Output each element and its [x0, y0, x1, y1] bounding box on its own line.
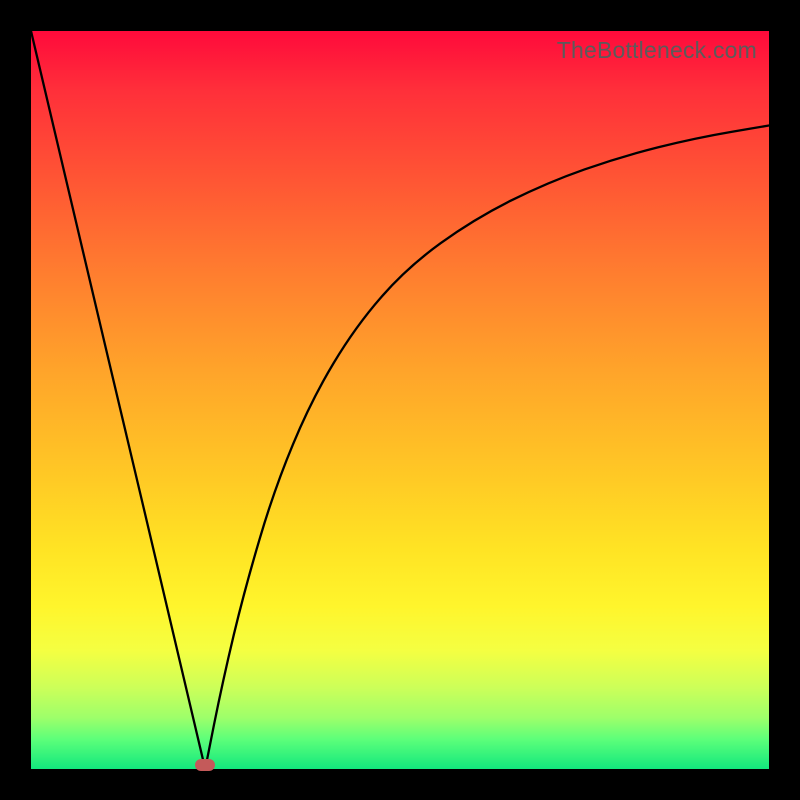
- bottleneck-curve: [31, 31, 769, 769]
- plot-area: TheBottleneck.com: [31, 31, 769, 769]
- minimum-marker: [195, 759, 215, 771]
- curve-left-branch: [31, 31, 205, 769]
- curve-right-branch: [205, 126, 769, 770]
